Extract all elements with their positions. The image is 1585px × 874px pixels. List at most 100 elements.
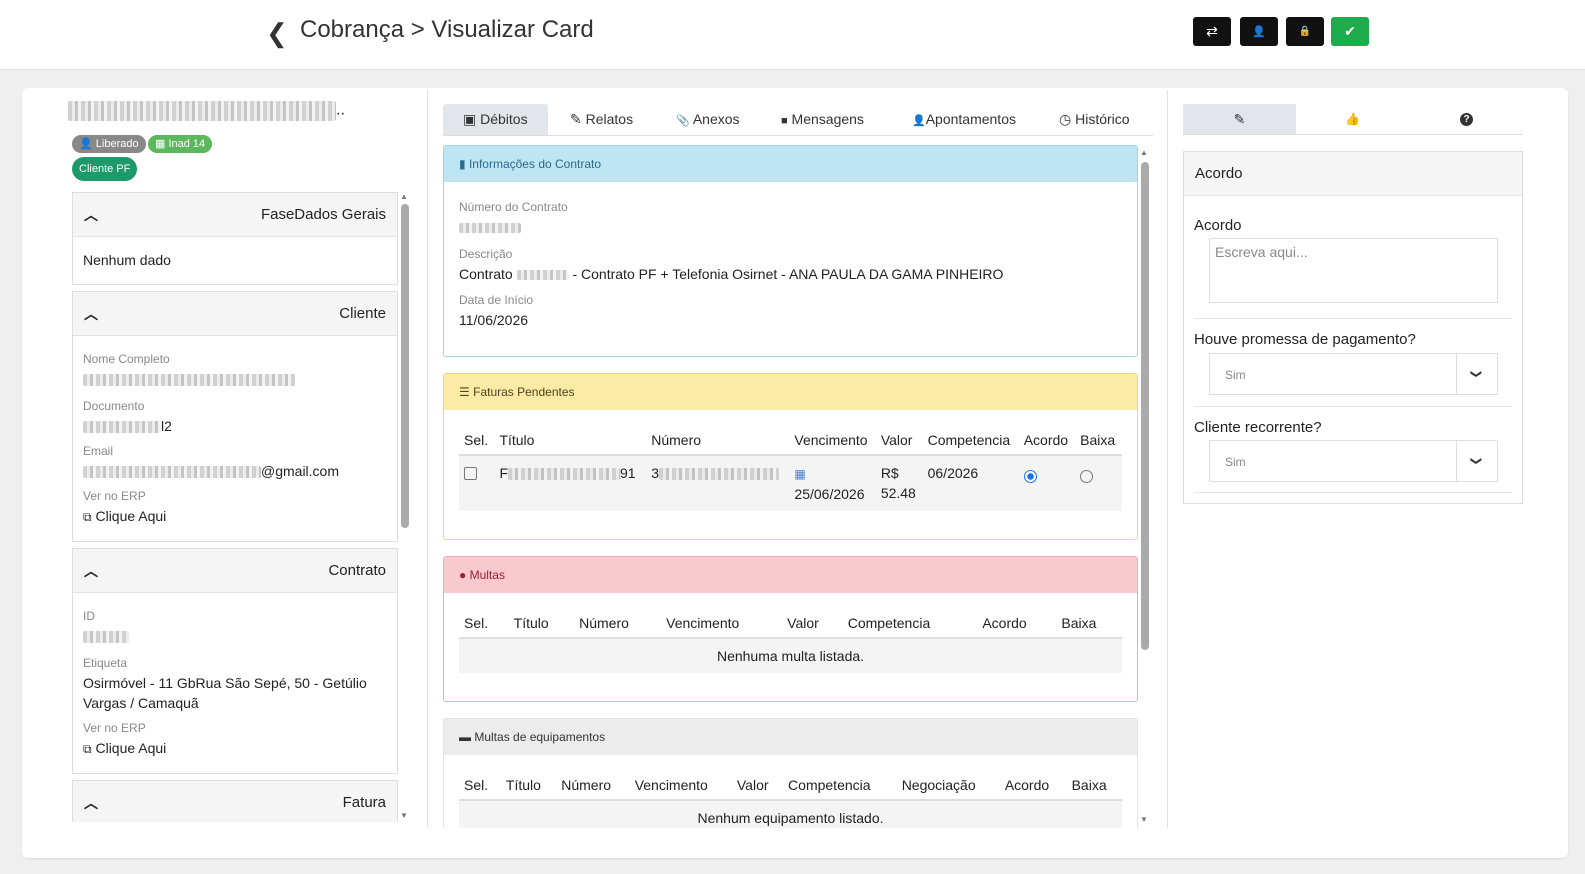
panel-multas: ● Multas Sel. Título Número Vencimento V… [443,556,1138,702]
redacted-text [508,468,620,481]
table-row: Nenhum equipamento listado. [459,800,1122,828]
left-panel[interactable]: ︿ FaseDados Gerais Nenhum dado ︿ Cliente… [72,192,398,822]
valor-amount: 52.48 [880,485,916,501]
chevron-down-icon[interactable]: ❯ [1457,354,1497,394]
numero-value [459,217,1122,237]
column-header: Título [494,426,647,456]
transfer-button[interactable]: ⇄ [1193,17,1231,46]
panel-body: Sel. Título Número Vencimento Valor Comp… [444,410,1137,529]
email-value: @gmail.com [83,461,387,481]
tab-label: Mensagens [791,111,864,127]
chevron-down-icon[interactable]: ❯ [1457,441,1497,481]
section-title: FaseDados Gerais [260,206,386,223]
faturas-table: Sel. Título Número Vencimento Valor Comp… [459,426,1122,511]
acordo-radio[interactable] [1023,469,1037,483]
table-cell [1018,455,1076,511]
divider [1194,318,1512,319]
chevron-up-icon: ︿ [84,206,98,223]
tab-edit[interactable]: ✎ [1183,104,1296,134]
documento-value: l2 [83,416,387,436]
user-icon: 👤 [912,115,926,127]
left-scrollbar[interactable]: ▲ ▼ [400,192,409,820]
promessa-select[interactable]: Sim ❯ [1209,353,1498,395]
section-fatura-header[interactable]: ︿ Fatura [73,781,397,822]
empty-text: Nenhum dado [83,252,171,268]
redacted-text [83,466,261,479]
column-header: Valor [875,426,923,456]
tab-label: Apontamentos [925,111,1016,127]
panel-title: Multas [469,568,505,582]
column-header: Título [508,609,575,639]
file-icon: ▮ [459,157,466,171]
baixa-radio[interactable] [1080,469,1094,483]
tab-mensagens[interactable]: ■ Mensagens [781,104,864,135]
section-title: Cliente [339,305,386,322]
select-checkbox[interactable] [464,467,477,480]
field-label: Número do Contrato [459,200,568,214]
nome-value [83,369,387,389]
panel-equipamentos: ▬ Multas de equipamentos Sel. Título Núm… [443,718,1138,828]
badge-label: Cliente PF [79,163,131,175]
erp-link[interactable]: ⧉ Clique Aqui [83,738,387,759]
tab-apontamentos[interactable]: 👤Apontamentos [912,104,1016,135]
tab-debitos[interactable]: ▣ Débitos [443,104,548,135]
valor-cell: R$ 52.48 [875,455,923,511]
middle-scrollbar[interactable]: ▲ ▼ [1140,148,1149,824]
back-chevron-icon[interactable]: ❮ [266,18,288,49]
clock-icon: ◷ [1059,111,1072,127]
column-header: Número [646,426,790,456]
confirm-button[interactable]: ✔ [1331,17,1369,46]
section-body: Nenhum dado [73,237,397,284]
scroll-up-icon[interactable]: ▲ [1140,148,1148,157]
section-fatura: ︿ Fatura [72,780,398,822]
erp-link-label[interactable]: Clique Aqui [95,508,166,524]
user-button[interactable]: 👤 [1240,17,1278,46]
section-cliente: ︿ Cliente Nome Completo Documento l2 Ema… [72,291,398,542]
page-title: Cobrança > Visualizar Card [300,16,594,43]
chevron-up-icon: ︿ [84,562,98,579]
tab-historico[interactable]: ◷ Histórico [1059,104,1130,135]
user-icon: 👤 [79,138,93,150]
lock-button[interactable]: 🔒 [1286,17,1324,46]
acordo-textarea[interactable]: Escreva aqui... [1209,238,1498,303]
vencimento-value: 25/06/2026 [794,486,865,502]
column-header: Competencia [842,609,978,639]
tab-label: Débitos [480,111,528,127]
select-value: Sim [1225,368,1246,382]
erp-link-label[interactable]: Clique Aqui [95,740,166,756]
status-badge-inad: ▦ Inad 14 [148,135,213,153]
debitos-content[interactable]: ▮ Informações do Contrato Número do Cont… [443,145,1138,828]
scroll-up-icon[interactable]: ▲ [400,192,408,201]
column-header: Negociação [896,771,1000,801]
panel-header: ☰ Faturas Pendentes [444,374,1137,410]
table-cell [1075,455,1122,511]
user-icon: 👤 [1252,26,1266,38]
doc-suffix: l2 [161,418,172,434]
column-header: Vencimento [629,771,732,801]
column-divider [427,90,428,828]
panel-header: ● Multas [444,557,1137,593]
field-label: Descrição [459,247,513,261]
tab-relatos[interactable]: ✎ Relatos [570,104,633,135]
panel-body: Sel. Título Número Vencimento Valor Comp… [444,755,1137,828]
tab-help[interactable]: ? [1410,104,1523,134]
scroll-down-icon[interactable]: ▼ [400,811,408,820]
select-divider [1456,354,1457,394]
scroll-down-icon[interactable]: ▼ [1140,815,1148,824]
scrollbar-thumb[interactable] [1141,162,1149,650]
section-cliente-header[interactable]: ︿ Cliente [73,292,397,336]
alert-circle-icon: ● [459,568,467,582]
recorrente-select[interactable]: Sim ❯ [1209,440,1498,482]
client-name: .. [68,101,345,121]
tab-anexos[interactable]: 📎 Anexos [676,104,740,135]
panel-title: Faturas Pendentes [473,385,575,399]
field-label: Documento [83,399,145,413]
erp-link[interactable]: ⧉ Clique Aqui [83,506,387,527]
email-suffix: @gmail.com [261,463,340,479]
section-contrato-header[interactable]: ︿ Contrato [73,549,397,593]
section-fase-header[interactable]: ︿ FaseDados Gerais [73,193,397,237]
tab-like[interactable]: 👍 [1296,104,1409,134]
top-bar: ❮ Cobrança > Visualizar Card ⇄ 👤 🔒 ✔ [0,0,1585,70]
scrollbar-thumb[interactable] [401,204,409,528]
divider [1194,406,1512,407]
